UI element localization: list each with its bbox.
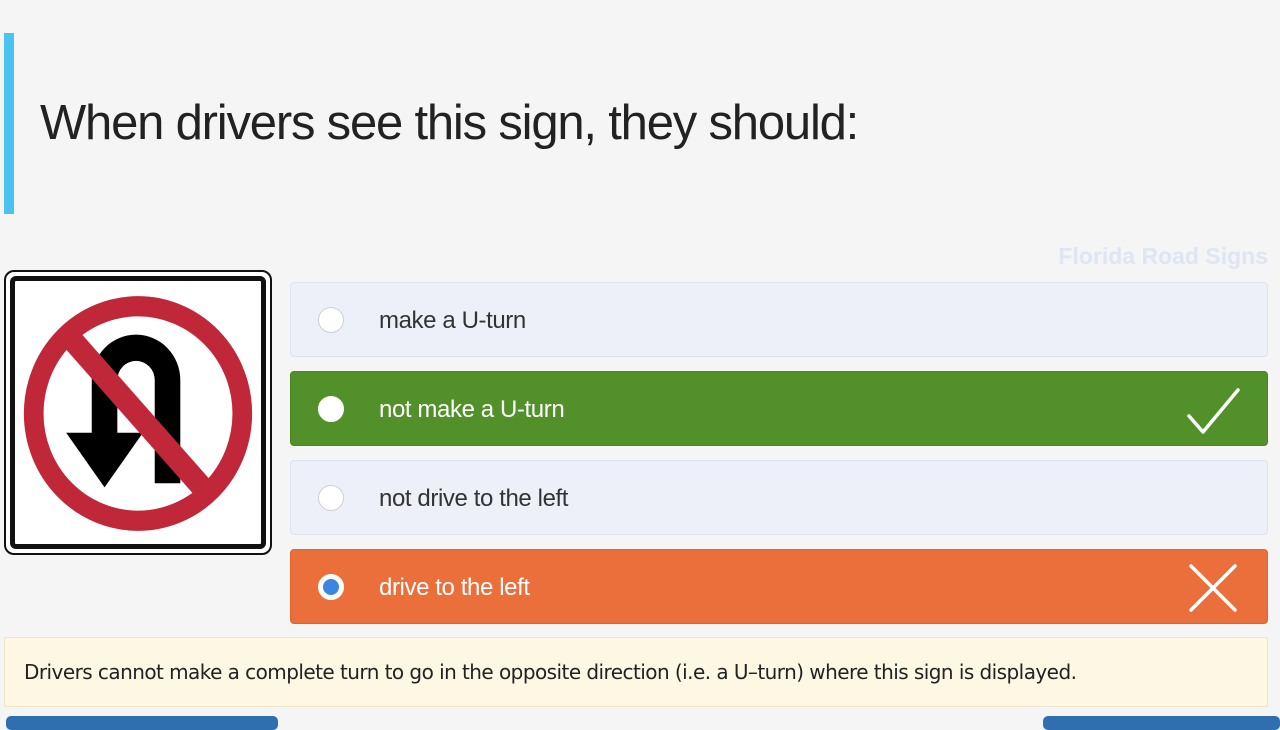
category-label: Florida Road Signs — [1058, 243, 1268, 269]
answer-option-label: make a U-turn — [379, 307, 526, 334]
answer-option-not-make-u-turn[interactable]: not make a U-turn — [290, 371, 1268, 446]
explanation-text: Drivers cannot make a complete turn to g… — [24, 660, 1077, 684]
radio-button[interactable] — [318, 307, 344, 333]
answer-option-drive-left[interactable]: drive to the left — [290, 549, 1268, 624]
question-block: When drivers see this sign, they should: — [0, 33, 1280, 215]
top-partial-text: ‿ ‿ — [430, 0, 510, 4]
next-button[interactable] — [1043, 716, 1280, 730]
no-u-turn-icon — [23, 296, 253, 531]
answer-option-make-u-turn[interactable]: make a U-turn — [290, 282, 1268, 357]
checkmark-icon — [1187, 388, 1240, 434]
previous-button[interactable] — [6, 716, 278, 730]
sign-image — [4, 270, 272, 555]
explanation-box: Drivers cannot make a complete turn to g… — [4, 637, 1268, 707]
answer-option-label: drive to the left — [379, 574, 530, 601]
answer-option-label: not make a U-turn — [379, 396, 565, 423]
sign-panel — [10, 276, 266, 549]
answer-options: make a U-turn not make a U-turn not driv… — [290, 282, 1268, 638]
question-title: When drivers see this sign, they should: — [40, 96, 859, 150]
radio-button[interactable] — [318, 485, 344, 511]
answer-option-not-drive-left[interactable]: not drive to the left — [290, 460, 1268, 535]
x-mark-icon — [1189, 564, 1237, 612]
question-accent-bar — [4, 33, 14, 214]
radio-button[interactable] — [318, 396, 344, 422]
answer-option-label: not drive to the left — [379, 485, 569, 512]
radio-button-selected[interactable] — [318, 574, 344, 600]
